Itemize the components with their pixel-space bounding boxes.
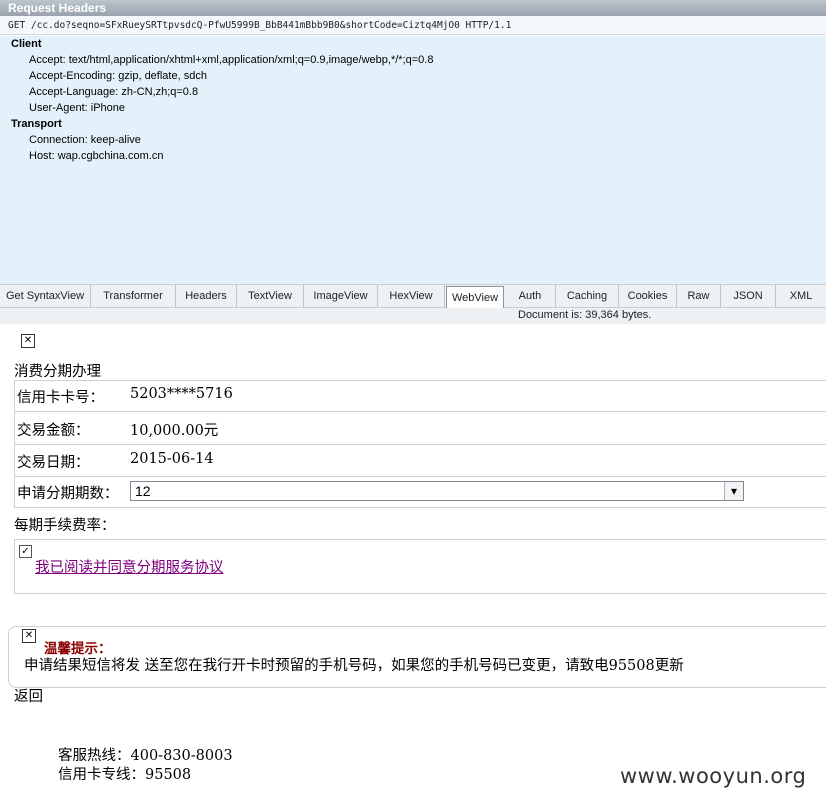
tab-auth[interactable]: Auth <box>505 285 556 307</box>
tab-webview[interactable]: WebView <box>446 286 504 308</box>
amount-value: 10,000.00元 <box>130 423 219 439</box>
chevron-down-icon[interactable]: ▾ <box>724 482 743 500</box>
card-number-label: 信用卡卡号： <box>17 390 104 406</box>
installments-select[interactable]: 12 ▾ <box>130 481 744 501</box>
card-number-value: 5203****5716 <box>130 386 233 402</box>
document-info-bar <box>0 308 826 324</box>
broken-image-icon: ✕ <box>22 629 36 643</box>
tab-textview[interactable]: TextView <box>237 285 304 307</box>
back-link[interactable]: 返回 <box>14 685 43 706</box>
tab-xml[interactable]: XML <box>776 285 826 307</box>
header-accept-language[interactable]: Accept-Language: zh-CN,zh;q=0.8 <box>29 86 198 98</box>
amount-label: 交易金额： <box>17 423 90 439</box>
tab-hexview[interactable]: HexView <box>378 285 445 307</box>
tab-imageview[interactable]: ImageView <box>304 285 378 307</box>
tip-text: 申请结果短信将发 送至您在我行开卡时预留的手机号码，如果您的手机号码已变更，请致… <box>24 658 684 674</box>
agreement-box-left <box>14 539 15 593</box>
agreement-box-top <box>14 539 826 540</box>
page-heading: 消费分期办理 <box>14 364 101 380</box>
request-headers-body: Client Accept: text/html,application/xht… <box>0 36 826 284</box>
tab-raw[interactable]: Raw <box>677 285 721 307</box>
inspector-tab-bar: Get SyntaxView Transformer Headers TextV… <box>0 284 826 308</box>
date-value: 2015-06-14 <box>130 451 214 467</box>
broken-image-icon: ✕ <box>21 334 35 348</box>
header-accept-encoding[interactable]: Accept-Encoding: gzip, deflate, sdch <box>29 70 207 82</box>
tab-caching[interactable]: Caching <box>556 285 619 307</box>
row-divider <box>14 476 826 477</box>
row-divider <box>14 444 826 445</box>
row-divider <box>14 411 826 412</box>
tab-cookies[interactable]: Cookies <box>619 285 677 307</box>
row-divider <box>14 507 826 508</box>
tab-headers[interactable]: Headers <box>176 285 237 307</box>
header-group-transport[interactable]: Transport <box>11 118 62 130</box>
fee-rate-label: 每期手续费率： <box>14 518 116 534</box>
installments-label: 申请分期期数： <box>17 486 119 502</box>
header-group-client[interactable]: Client <box>11 38 42 50</box>
date-label: 交易日期： <box>17 455 90 471</box>
header-host[interactable]: Host: wap.cgbchina.com.cn <box>29 150 164 162</box>
header-connection[interactable]: Connection: keep-alive <box>29 134 141 146</box>
watermark: www.wooyun.org <box>620 764 807 788</box>
agree-checkbox[interactable]: ✓ <box>19 545 32 558</box>
tab-transformer[interactable]: Transformer <box>91 285 176 307</box>
tab-get-syntaxview[interactable]: Get SyntaxView <box>0 285 91 307</box>
hotline-text: 客服热线：400-830-8003 <box>58 748 233 764</box>
table-border-top <box>14 380 826 381</box>
document-size-info: Document is: 39,364 bytes. <box>518 309 652 321</box>
header-accept[interactable]: Accept: text/html,application/xhtml+xml,… <box>29 54 433 66</box>
installments-selected-value: 12 <box>135 483 151 499</box>
request-headers-title: Request Headers <box>0 0 826 16</box>
tab-json[interactable]: JSON <box>721 285 776 307</box>
credit-card-line-text: 信用卡专线：95508 <box>58 767 192 783</box>
agreement-link[interactable]: 我已阅读并同意分期服务协议 <box>35 556 224 577</box>
agreement-box-bottom <box>14 593 826 594</box>
header-user-agent[interactable]: User-Agent: iPhone <box>29 102 125 114</box>
request-line: GET /cc.do?seqno=SFxRueySRTtpvsdcQ-PfwU5… <box>0 16 826 35</box>
